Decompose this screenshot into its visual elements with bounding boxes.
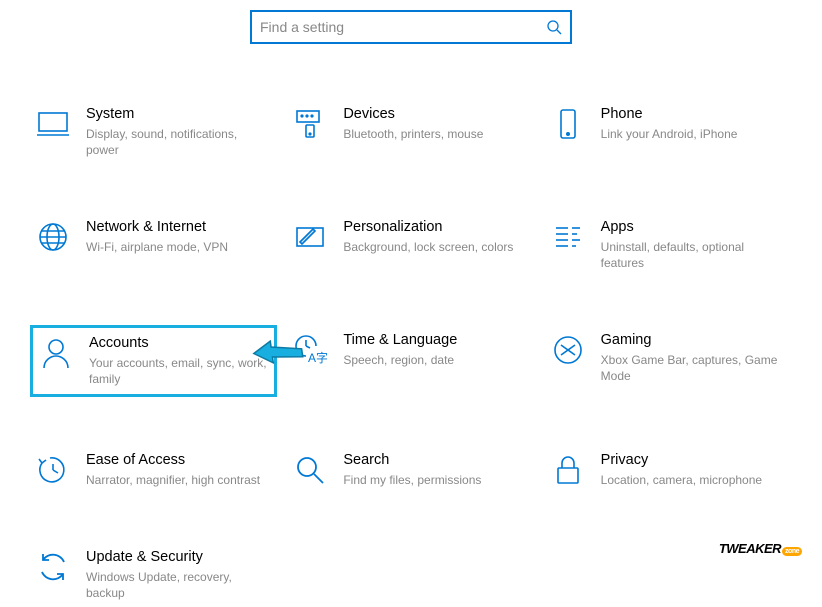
category-desc: Bluetooth, printers, mouse [343,126,528,142]
search-icon [546,19,562,35]
watermark-zone: zone [782,547,802,556]
category-phone[interactable]: Phone Link your Android, iPhone [545,99,792,164]
watermark: TWEAKER zone [719,541,802,556]
category-accounts[interactable]: Accounts Your accounts, email, sync, wor… [30,325,277,396]
category-title: System [86,105,271,124]
category-desc: Link your Android, iPhone [601,126,786,142]
category-ease-of-access[interactable]: Ease of Access Narrator, magnifier, high… [30,445,277,494]
personalization-icon [293,220,327,254]
category-desc: Uninstall, defaults, optional features [601,239,786,271]
update-icon [36,550,70,584]
svg-text:A字: A字 [308,350,327,365]
category-desc: Narrator, magnifier, high contrast [86,472,271,488]
category-search[interactable]: Search Find my files, permissions [287,445,534,494]
category-privacy[interactable]: Privacy Location, camera, microphone [545,445,792,494]
settings-grid: System Display, sound, notifications, po… [0,44,822,607]
category-gaming[interactable]: Gaming Xbox Game Bar, captures, Game Mod… [545,325,792,396]
category-devices[interactable]: Devices Bluetooth, printers, mouse [287,99,534,164]
search-box[interactable] [250,10,572,44]
gaming-icon [551,333,585,367]
search-input[interactable] [260,19,546,35]
category-desc: Find my files, permissions [343,472,528,488]
category-desc: Display, sound, notifications, power [86,126,271,158]
category-title: Network & Internet [86,218,271,237]
search-category-icon [293,453,327,487]
category-update-security[interactable]: Update & Security Windows Update, recove… [30,542,277,607]
category-title: Search [343,451,528,470]
category-title: Time & Language [343,331,528,350]
category-time-language[interactable]: A字 Time & Language Speech, region, date [287,325,534,396]
annotation-arrow [252,336,306,370]
watermark-text: TWEAKER [719,541,781,556]
category-network[interactable]: Network & Internet Wi-Fi, airplane mode,… [30,212,277,277]
category-title: Privacy [601,451,786,470]
category-apps[interactable]: Apps Uninstall, defaults, optional featu… [545,212,792,277]
category-personalization[interactable]: Personalization Background, lock screen,… [287,212,534,277]
category-desc: Background, lock screen, colors [343,239,528,255]
category-desc: Wi-Fi, airplane mode, VPN [86,239,271,255]
category-title: Update & Security [86,548,271,567]
category-desc: Windows Update, recovery, backup [86,569,271,601]
category-title: Accounts [89,334,268,353]
lock-icon [551,453,585,487]
globe-icon [36,220,70,254]
devices-icon [293,107,327,141]
phone-icon [551,107,585,141]
category-system[interactable]: System Display, sound, notifications, po… [30,99,277,164]
category-desc: Speech, region, date [343,352,528,368]
apps-icon [551,220,585,254]
category-title: Apps [601,218,786,237]
category-title: Gaming [601,331,786,350]
category-desc: Your accounts, email, sync, work, family [89,355,268,387]
category-title: Personalization [343,218,528,237]
category-title: Devices [343,105,528,124]
accounts-icon [39,336,73,370]
system-icon [36,107,70,141]
category-desc: Xbox Game Bar, captures, Game Mode [601,352,786,384]
category-desc: Location, camera, microphone [601,472,786,488]
category-title: Ease of Access [86,451,271,470]
category-title: Phone [601,105,786,124]
ease-of-access-icon [36,453,70,487]
